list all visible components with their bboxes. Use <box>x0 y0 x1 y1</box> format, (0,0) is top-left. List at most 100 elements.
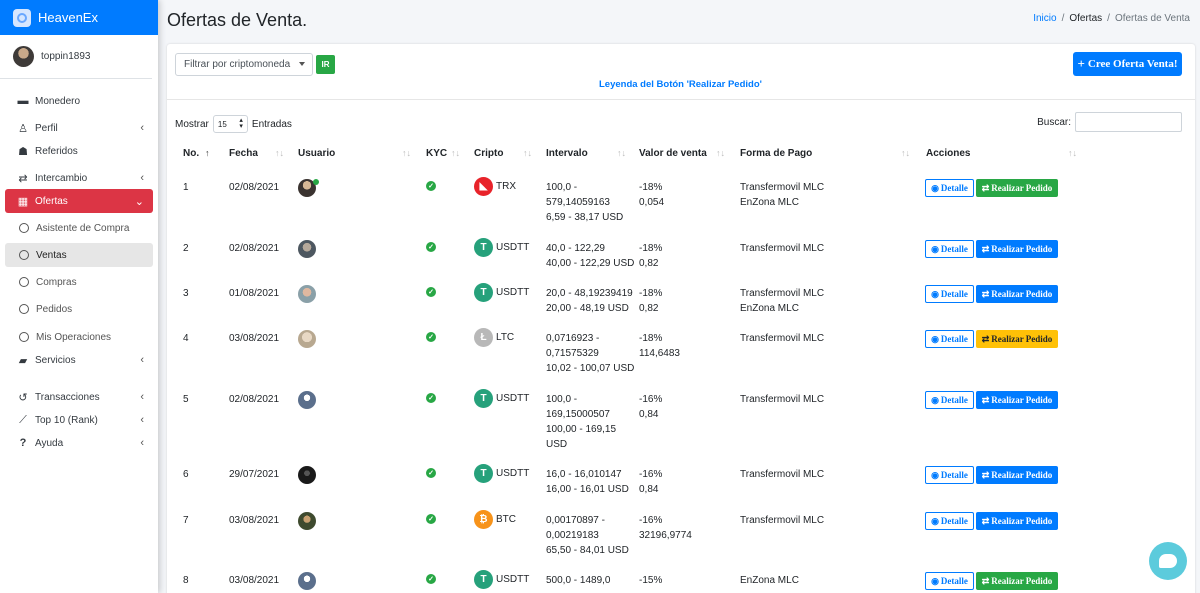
cell-crypto: T USDTT <box>474 464 529 483</box>
order-button[interactable]: ⇄ Realizar Pedido <box>976 179 1058 197</box>
col-forma-pago[interactable]: Forma de Pago <box>740 148 812 159</box>
col-fecha[interactable]: Fecha <box>229 148 258 159</box>
detail-label: Detalle <box>940 470 968 480</box>
intervalo-line: 10,02 - 100,07 USD <box>546 363 635 374</box>
sidebar-item-ofertas[interactable]: ▦ Ofertas ⌄ <box>5 189 153 213</box>
search-input[interactable] <box>1075 112 1182 132</box>
briefcase-icon: ▰ <box>18 354 28 367</box>
sidebar-item-referidos[interactable]: ☗ Referidos <box>5 139 153 163</box>
intervalo-line: 169,15000507 <box>546 409 610 420</box>
detail-button[interactable]: ◉ Detalle <box>925 330 974 348</box>
breadcrumb-inicio[interactable]: Inicio <box>1033 13 1056 24</box>
intervalo-line: 6,59 - 38,17 USD <box>546 212 624 223</box>
sidebar: HeavenEx toppin1893 ▬ Monedero ♙ Perfil … <box>0 0 158 593</box>
exchange-icon: ⇄ <box>981 243 990 254</box>
search-wrap: Buscar: <box>1037 112 1182 132</box>
crypto-filter-select[interactable]: Filtrar por criptomoneda <box>175 53 313 76</box>
breadcrumb-separator: / <box>1061 13 1065 24</box>
eye-icon: ◉ <box>931 288 939 299</box>
breadcrumb: Inicio / Ofertas / Ofertas de Venta <box>1033 13 1190 24</box>
usdt-coin-icon: T <box>474 283 493 302</box>
breadcrumb-ofertas[interactable]: Ofertas <box>1069 13 1102 24</box>
sidebar-item-ayuda[interactable]: ? Ayuda ‹ <box>5 431 153 455</box>
sidebar-item-label: Pedidos <box>36 303 73 315</box>
detail-button[interactable]: ◉ Detalle <box>925 512 974 530</box>
sidebar-item-top10[interactable]: ⟋ Top 10 (Rank) ‹ <box>5 408 153 432</box>
sidebar-item-transacciones[interactable]: ↺ Transacciones ‹ <box>5 385 153 409</box>
user-icon: ♙ <box>18 122 28 135</box>
user-avatar[interactable] <box>298 512 316 530</box>
detail-button[interactable]: ◉ Detalle <box>925 466 974 484</box>
sidebar-item-servicios[interactable]: ▰ Servicios ‹ <box>5 348 153 372</box>
user-avatar[interactable] <box>298 572 316 590</box>
order-button[interactable]: ⇄ Realizar Pedido <box>976 285 1058 303</box>
detail-label: Detalle <box>940 576 968 586</box>
sidebar-item-perfil[interactable]: ♙ Perfil ‹ <box>5 116 153 140</box>
kyc-check-icon: ✓ <box>426 514 436 524</box>
brand[interactable]: HeavenEx <box>0 0 158 35</box>
sidebar-item-ventas[interactable]: Ventas <box>5 243 153 267</box>
pago-line: Transfermovil MLC <box>740 469 825 480</box>
valor-line: 0,84 <box>639 484 659 495</box>
chat-button[interactable] <box>1149 542 1187 580</box>
col-cripto[interactable]: Cripto <box>474 148 503 159</box>
user-avatar[interactable] <box>298 466 316 484</box>
sidebar-item-monedero[interactable]: ▬ Monedero <box>5 89 153 113</box>
create-offer-button[interactable]: + Cree Oferta Venta! <box>1073 52 1182 76</box>
sort-icon: ↑↓ <box>275 148 284 158</box>
detail-label: Detalle <box>940 516 968 526</box>
user-avatar[interactable] <box>298 285 316 303</box>
col-no[interactable]: No. <box>183 148 199 159</box>
question-icon: ? <box>19 437 27 449</box>
sort-icon: ↑↓ <box>1068 148 1077 158</box>
exchange-icon: ⇄ <box>18 172 28 185</box>
eye-icon: ◉ <box>931 575 939 586</box>
order-button[interactable]: ⇄ Realizar Pedido <box>976 572 1058 590</box>
cell-crypto: Ł LTC <box>474 328 514 347</box>
order-button[interactable]: ⇄ Realizar Pedido <box>976 330 1058 348</box>
col-kyc[interactable]: KYC <box>426 148 447 159</box>
detail-button[interactable]: ◉ Detalle <box>925 391 974 409</box>
eye-icon: ◉ <box>931 182 939 193</box>
valor-line: -16% <box>639 515 663 526</box>
detail-button[interactable]: ◉ Detalle <box>925 285 974 303</box>
kyc-check-icon: ✓ <box>426 574 436 584</box>
sidebar-item-compras[interactable]: Compras <box>5 270 153 294</box>
eye-icon: ◉ <box>931 243 939 254</box>
breadcrumb-separator: / <box>1107 13 1110 24</box>
order-button[interactable]: ⇄ Realizar Pedido <box>976 240 1058 258</box>
entries-label: Entradas <box>251 118 292 130</box>
user-avatar[interactable] <box>298 330 316 348</box>
kyc-check-icon: ✓ <box>426 181 436 191</box>
sidebar-item-pedidos[interactable]: Pedidos <box>5 297 153 321</box>
sidebar-item-asistente-compra[interactable]: Asistente de Compra <box>5 216 153 240</box>
valor-line: 114,6483 <box>639 348 680 359</box>
cell-pago: Transfermovil MLC EnZona MLC <box>740 286 824 316</box>
col-usuario[interactable]: Usuario <box>298 148 335 159</box>
col-valor[interactable]: Valor de venta <box>639 148 707 159</box>
order-button[interactable]: ⇄ Realizar Pedido <box>976 512 1058 530</box>
detail-button[interactable]: ◉ Detalle <box>925 179 974 197</box>
detail-button[interactable]: ◉ Detalle <box>925 572 974 590</box>
trx-coin-icon: ◣ <box>474 177 493 196</box>
detail-button[interactable]: ◉ Detalle <box>925 240 974 258</box>
col-acciones[interactable]: Acciones <box>926 148 970 159</box>
cell-no: 3 <box>183 288 189 299</box>
sidebar-item-mis-operaciones[interactable]: Mis Operaciones <box>5 325 153 349</box>
order-button[interactable]: ⇄ Realizar Pedido <box>976 391 1058 409</box>
sidebar-item-label: Transacciones <box>35 391 100 403</box>
entries-value: 15 <box>217 119 227 129</box>
entries-select[interactable]: 15 ▴ ▾ <box>212 115 248 133</box>
user-avatar[interactable] <box>298 240 316 258</box>
ir-button[interactable]: IR <box>316 55 335 74</box>
kyc-check-icon: ✓ <box>426 468 436 478</box>
col-intervalo[interactable]: Intervalo <box>546 148 588 159</box>
sidebar-item-intercambio[interactable]: ⇄ Intercambio ‹ <box>5 166 153 190</box>
user-panel[interactable]: toppin1893 <box>0 35 152 79</box>
order-button[interactable]: ⇄ Realizar Pedido <box>976 466 1058 484</box>
crypto-symbol: TRX <box>496 181 516 192</box>
cell-valor: -15% <box>639 573 662 588</box>
legend-link[interactable]: Leyenda del Botón 'Realizar Pedido' <box>599 79 762 90</box>
order-label: Realizar Pedido <box>991 334 1053 344</box>
user-avatar[interactable] <box>298 391 316 409</box>
